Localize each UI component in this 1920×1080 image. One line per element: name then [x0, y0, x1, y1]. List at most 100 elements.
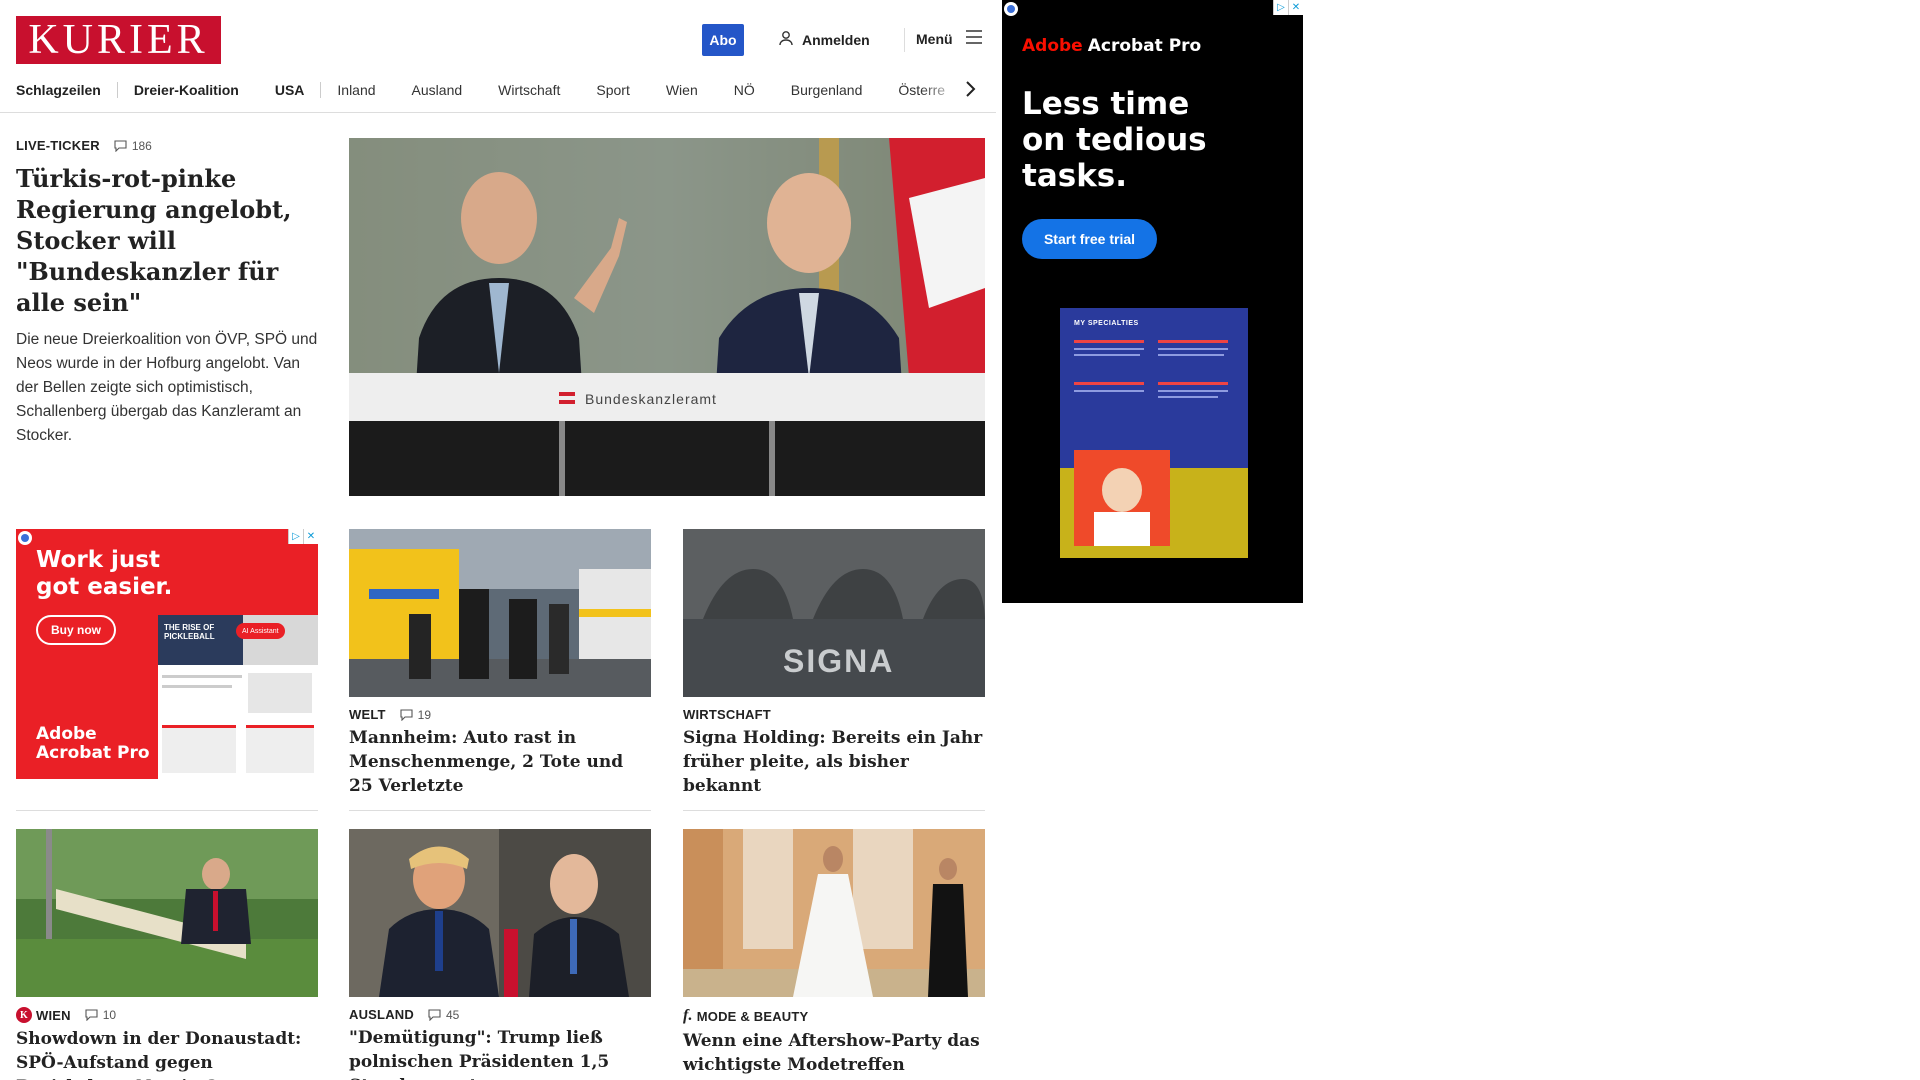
- article-comment-count[interactable]: 45: [428, 1008, 459, 1022]
- nav-item-sport[interactable]: Sport: [596, 82, 629, 98]
- ad-headline-line2: got easier.: [36, 574, 173, 600]
- ad-doc-title: MY SPECIALTIES: [1074, 320, 1139, 327]
- article-kicker: f. MODE & BEAUTY: [683, 1007, 985, 1025]
- adobe-inline-ad[interactable]: ▷ ✕ Work just got easier. Buy now THE RI…: [16, 529, 318, 779]
- article-image[interactable]: [349, 829, 651, 997]
- nav-item-noe[interactable]: NÖ: [734, 82, 755, 98]
- header-divider-line: [0, 112, 996, 113]
- lead-category[interactable]: LIVE-TICKER: [16, 138, 100, 153]
- article-card-trump[interactable]: AUSLAND 45 "Demütigung": Trump ließ poln…: [349, 829, 651, 1080]
- adchoices-icons[interactable]: ▷ ✕: [288, 529, 318, 544]
- nav-divider: [320, 82, 322, 98]
- nav-item-inland[interactable]: Inland: [337, 82, 375, 98]
- ad-document-preview: MY SPECIALTIES: [1060, 308, 1248, 558]
- ad-start-free-trial-button[interactable]: Start free trial: [1022, 219, 1157, 259]
- article-category[interactable]: WELT: [349, 707, 386, 722]
- article-comments: 45: [445, 1007, 460, 1022]
- article-comment-count[interactable]: 10: [85, 1008, 116, 1022]
- ad-brand: Adobe Acrobat Pro: [1022, 36, 1201, 56]
- article-image[interactable]: [349, 529, 651, 697]
- user-icon: [778, 30, 794, 49]
- article-card-mannheim[interactable]: WELT 19 Mannheim: Auto rast in Menschenm…: [349, 529, 651, 798]
- ad-ai-assistant-label: AI Assistant: [242, 627, 279, 635]
- article-title[interactable]: Wenn eine Aftershow-Party das wichtigste…: [683, 1029, 985, 1080]
- article-title[interactable]: Signa Holding: Bereits ein Jahr früher p…: [683, 726, 985, 798]
- comment-icon: [400, 708, 413, 721]
- abo-button[interactable]: Abo: [702, 24, 744, 56]
- nav-item-schlagzeilen[interactable]: Schlagzeilen: [16, 82, 101, 98]
- kurier-k-icon: K: [16, 1007, 32, 1023]
- article-kicker: K WIEN 10: [16, 1007, 318, 1023]
- nav-item-burgenland[interactable]: Burgenland: [791, 82, 863, 98]
- ad-ai-assistant-badge: AI Assistant: [236, 623, 285, 639]
- menu-button[interactable]: Menü: [916, 30, 983, 47]
- ad-brand-adobe: Adobe: [1022, 36, 1083, 56]
- ad-headline-line1: Work just: [36, 547, 160, 573]
- adchoices-icon[interactable]: ▷: [288, 529, 303, 544]
- article-category[interactable]: AUSLAND: [349, 1007, 414, 1022]
- article-category: MODE & BEAUTY: [696, 1008, 809, 1024]
- ad-close-icon[interactable]: ✕: [1288, 0, 1303, 15]
- ad-buy-now-button[interactable]: Buy now: [36, 615, 116, 645]
- article-card-donaustadt[interactable]: K WIEN 10 Showdown in der Donaustadt: SP…: [16, 829, 318, 1080]
- menu-label: Menü: [916, 30, 953, 47]
- comment-icon: [114, 139, 127, 152]
- ad-headline-line3: tasks.: [1022, 158, 1128, 194]
- article-category-wrap[interactable]: f. MODE & BEAUTY: [683, 1007, 808, 1025]
- article-image[interactable]: SIGNA: [683, 529, 985, 697]
- article-kicker: WIRTSCHAFT: [683, 707, 985, 722]
- nav-scroll-right-icon[interactable]: [964, 78, 980, 100]
- article-title[interactable]: Showdown in der Donaustadt: SPÖ-Aufstand…: [16, 1027, 318, 1080]
- adobe-skyscraper-ad[interactable]: ▷ ✕ Adobe Acrobat Pro Less time on tedio…: [1002, 0, 1303, 603]
- article-title[interactable]: Mannheim: Auto rast in Menschenmenge, 2 …: [349, 726, 651, 798]
- ad-document-preview: THE RISE OF PICKLEBALL AI Assistant: [158, 615, 318, 779]
- nav-item-dreier-koalition[interactable]: Dreier-Koalition: [134, 82, 239, 98]
- row-divider: [683, 810, 985, 811]
- nav-item-wirtschaft[interactable]: Wirtschaft: [498, 82, 560, 98]
- lead-comment-count[interactable]: 186: [114, 139, 152, 153]
- nav-divider: [116, 82, 118, 98]
- ad-doc-title: THE RISE OF PICKLEBALL: [164, 623, 215, 641]
- ad-headline-line1: Less time: [1022, 86, 1190, 122]
- adchoices-icons[interactable]: ▷ ✕: [1273, 0, 1303, 15]
- kurier-logo[interactable]: KURIER: [16, 16, 221, 64]
- lead-article[interactable]: LIVE-TICKER 186 Türkis-rot-pinke Regieru…: [16, 138, 320, 448]
- lead-image[interactable]: Bundeskanzleramt: [349, 138, 985, 496]
- article-comments: 19: [417, 707, 432, 722]
- article-image[interactable]: [16, 829, 318, 997]
- login-button[interactable]: Anmelden: [778, 30, 870, 49]
- article-category[interactable]: WIRTSCHAFT: [683, 707, 771, 722]
- article-title[interactable]: "Demütigung": Trump ließ polnischen Präs…: [349, 1026, 651, 1080]
- article-category-wrap[interactable]: K WIEN: [16, 1007, 71, 1023]
- login-label: Anmelden: [802, 31, 870, 48]
- signa-banner-text: SIGNA: [783, 643, 894, 679]
- lead-title[interactable]: Türkis-rot-pinke Regierung angelobt, Sto…: [16, 163, 320, 318]
- ad-brand-adobe: Adobe: [36, 724, 97, 744]
- row-divider: [349, 810, 651, 811]
- nav-item-wien[interactable]: Wien: [666, 82, 698, 98]
- article-comments: 10: [102, 1008, 117, 1022]
- article-card-aftershow[interactable]: f. MODE & BEAUTY Wenn eine Aftershow-Par…: [683, 829, 985, 1080]
- ad-close-icon[interactable]: ✕: [303, 529, 318, 544]
- article-category: WIEN: [36, 1007, 71, 1023]
- section-nav: Schlagzeilen Dreier-Koalition USA Inland…: [16, 80, 980, 100]
- ad-privacy-icon[interactable]: [18, 531, 32, 545]
- header-divider: [904, 28, 905, 52]
- comment-icon: [428, 1008, 441, 1021]
- ad-brand-product: Acrobat Pro: [1087, 36, 1202, 56]
- hamburger-icon: [965, 30, 983, 47]
- adchoices-icon[interactable]: ▷: [1273, 0, 1288, 15]
- lead-kicker: LIVE-TICKER 186: [16, 138, 320, 153]
- nav-item-usa[interactable]: USA: [275, 82, 305, 98]
- article-image[interactable]: [683, 829, 985, 997]
- article-comment-count[interactable]: 19: [400, 708, 431, 722]
- article-kicker: AUSLAND 45: [349, 1007, 651, 1022]
- lead-teaser: Die neue Dreierkoalition von ÖVP, SPÖ un…: [16, 331, 318, 444]
- nav-item-ausland[interactable]: Ausland: [412, 82, 463, 98]
- ad-privacy-icon[interactable]: [1004, 2, 1018, 16]
- ad-headline-line2: on tedious: [1022, 122, 1207, 158]
- article-card-signa[interactable]: SIGNA WIRTSCHAFT Signa Holding: Bereits …: [683, 529, 985, 798]
- logo-text: KURIER: [28, 17, 209, 63]
- ad-brand-product: Acrobat Pro: [36, 743, 150, 763]
- row-divider: [16, 810, 318, 811]
